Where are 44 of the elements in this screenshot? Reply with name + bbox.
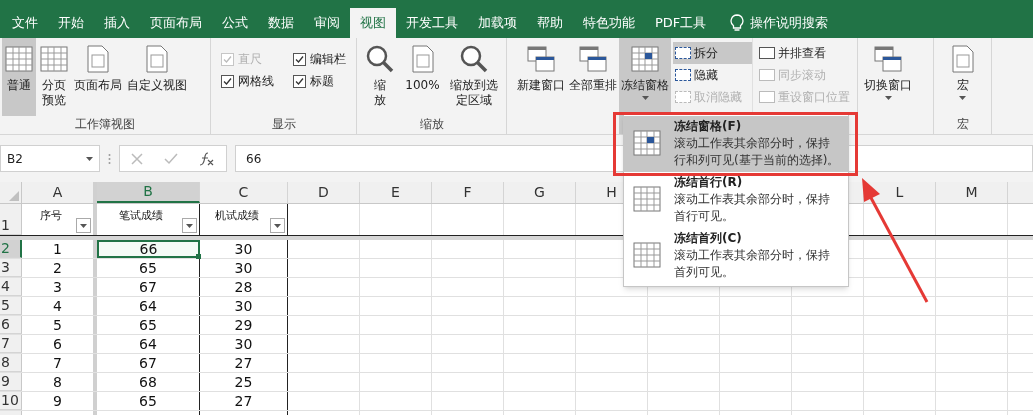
group-label: 缩放 xyxy=(418,116,445,133)
table-cell-text: 30 xyxy=(234,239,253,259)
menu-item-description: 滚动工作表其余部分时，保持行和列可见(基于当前的选择)。 xyxy=(674,135,840,169)
checkbox-label: 直尺 xyxy=(238,51,262,68)
table-cell-text: 7 xyxy=(53,353,62,373)
table-cell-text: 65 xyxy=(139,315,157,335)
table-cell-text: 4 xyxy=(53,296,62,316)
checkbox-label: 编辑栏 xyxy=(309,51,346,68)
column-title: 机试成绩 xyxy=(214,208,260,224)
menu-item-title: 冻结首行(R) xyxy=(674,174,744,191)
table-cell-text: 9 xyxy=(53,391,62,411)
table-cell-text: 67 xyxy=(139,277,157,297)
table-cell-text: 65 xyxy=(139,258,157,278)
group-label: 宏 xyxy=(956,116,969,133)
table-cell-text: 66 xyxy=(139,239,158,259)
table-cell-text: 2 xyxy=(53,258,62,278)
table-cell-text: 27 xyxy=(234,353,253,373)
menu-item-description: 滚动工作表其余部分时，保持首列可见。 xyxy=(674,247,831,281)
table-cell-text: 65 xyxy=(139,391,157,411)
table-cell-text: 1 xyxy=(53,239,62,259)
table-cell-text: 28 xyxy=(234,277,253,297)
group-label: 显示 xyxy=(270,116,297,133)
table-cell-text: 25 xyxy=(234,372,253,392)
table-cell-text: 64 xyxy=(139,334,157,354)
table-cell-text: 64 xyxy=(139,296,157,316)
menu-item-title: 冻结窗格(F) xyxy=(674,118,743,135)
table-cell-text: 8 xyxy=(53,372,62,392)
table-cell-text: 30 xyxy=(234,296,253,316)
table-cell-text: 3 xyxy=(53,277,62,297)
table-cell-text: 6 xyxy=(53,334,62,354)
menu-item-title: 冻结首列(C) xyxy=(674,230,743,247)
table-cell-text: 30 xyxy=(234,258,253,278)
column-title: 笔试成绩 xyxy=(119,208,164,224)
table-cell-text: 68 xyxy=(139,372,157,392)
menu-item-description: 滚动工作表其余部分时，保持首行可见。 xyxy=(674,191,831,225)
table-cell-text: 29 xyxy=(234,315,253,335)
checkbox-label: 标题 xyxy=(309,73,334,90)
table-cell-text: 30 xyxy=(234,334,253,354)
table-cell-text: 27 xyxy=(234,391,253,411)
table-cell-text: 5 xyxy=(53,315,62,335)
group-label: 工作簿视图 xyxy=(74,116,136,133)
checkbox-label: 网格线 xyxy=(238,73,274,90)
table-cell-text: 67 xyxy=(139,353,157,373)
column-title: 序号 xyxy=(39,208,63,224)
